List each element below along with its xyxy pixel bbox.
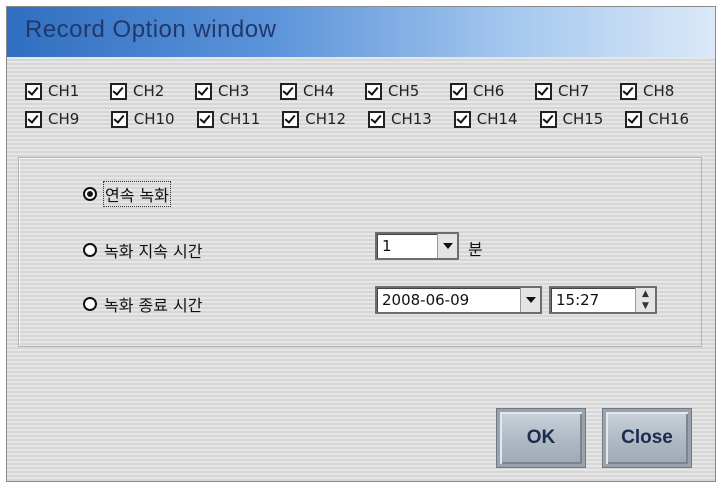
duration-unit: 분 xyxy=(468,240,483,259)
duration-value: 1 xyxy=(382,237,392,255)
ok-button[interactable]: OK xyxy=(497,409,585,467)
recording-duration-label: 녹화 지속 시간 xyxy=(104,242,203,261)
record-option-window: Record Option window CH1 CH2 CH3 CH4 CH5… xyxy=(6,6,716,482)
channel-label: CH16 xyxy=(648,110,690,128)
channel-checkbox-ch6[interactable]: CH6 xyxy=(450,82,535,100)
channel-checkbox-ch4[interactable]: CH4 xyxy=(280,82,365,100)
title-bar[interactable]: Record Option window xyxy=(7,7,715,57)
checked-checkbox-icon[interactable] xyxy=(196,110,214,128)
checked-checkbox-icon[interactable] xyxy=(25,82,42,100)
checked-checkbox-icon[interactable] xyxy=(450,82,467,100)
radio-unselected-icon[interactable] xyxy=(83,243,97,257)
spin-down-icon[interactable]: ▼ xyxy=(642,300,649,312)
channel-checkbox-ch8[interactable]: CH8 xyxy=(620,82,705,100)
checked-checkbox-icon[interactable] xyxy=(453,110,471,128)
duration-select[interactable]: 1 xyxy=(375,232,459,260)
channel-label: CH8 xyxy=(643,82,675,100)
channel-label: CH10 xyxy=(133,110,175,128)
channel-checkbox-ch14[interactable]: CH14 xyxy=(453,110,540,128)
channel-label: CH3 xyxy=(218,82,250,100)
channel-checkbox-ch7[interactable]: CH7 xyxy=(535,82,620,100)
channel-checkbox-ch13[interactable]: CH13 xyxy=(368,110,454,128)
channel-label: CH15 xyxy=(562,110,604,128)
channel-label: CH5 xyxy=(388,82,420,100)
close-button[interactable]: Close xyxy=(603,409,691,467)
channel-label: CH1 xyxy=(48,82,80,100)
radio-unselected-icon[interactable] xyxy=(83,297,97,311)
checked-checkbox-icon[interactable] xyxy=(110,82,127,100)
checked-checkbox-icon[interactable] xyxy=(195,82,212,100)
chevron-down-icon[interactable] xyxy=(520,288,540,312)
end-time-value: 15:27 xyxy=(556,291,600,309)
channel-checkbox-ch10[interactable]: CH10 xyxy=(110,110,197,128)
chevron-down-icon[interactable] xyxy=(437,234,457,258)
channel-checkbox-ch15[interactable]: CH15 xyxy=(539,110,626,128)
channel-label: CH7 xyxy=(558,82,590,100)
checked-checkbox-icon[interactable] xyxy=(25,110,42,128)
checked-checkbox-icon[interactable] xyxy=(625,110,643,128)
channel-checkbox-ch3[interactable]: CH3 xyxy=(195,82,280,100)
window-title: Record Option window xyxy=(25,16,277,43)
continuous-recording-label: 연속 녹화 xyxy=(103,181,171,207)
channel-checkbox-ch5[interactable]: CH5 xyxy=(365,82,450,100)
radio-selected-icon[interactable] xyxy=(83,187,97,201)
spinner-icon[interactable]: ▲ ▼ xyxy=(635,288,655,312)
channel-label: CH14 xyxy=(476,110,518,128)
radio-recording-duration[interactable]: 녹화 지속 시간 xyxy=(83,238,203,262)
channel-selection: CH1 CH2 CH3 CH4 CH5 CH6 CH7 CH8 CH9 CH10… xyxy=(25,77,711,133)
checked-checkbox-icon[interactable] xyxy=(365,82,382,100)
radio-continuous-recording[interactable]: 연속 녹화 xyxy=(83,181,171,207)
channel-label: CH4 xyxy=(303,82,335,100)
channel-checkbox-ch2[interactable]: CH2 xyxy=(110,82,195,100)
spin-up-icon[interactable]: ▲ xyxy=(642,288,649,300)
checked-checkbox-icon[interactable] xyxy=(620,82,637,100)
channel-label: CH2 xyxy=(133,82,165,100)
channel-label: CH9 xyxy=(48,110,80,128)
recording-end-time-label: 녹화 종료 시간 xyxy=(104,296,203,315)
channel-checkbox-ch11[interactable]: CH11 xyxy=(196,110,283,128)
channel-label: CH13 xyxy=(391,110,432,128)
channel-row-2: CH9 CH10 CH11 CH12 CH13 CH14 CH15 CH16 xyxy=(25,105,711,133)
channel-row-1: CH1 CH2 CH3 CH4 CH5 CH6 CH7 CH8 xyxy=(25,77,711,105)
checked-checkbox-icon[interactable] xyxy=(110,110,128,128)
channel-label: CH12 xyxy=(305,110,347,128)
checked-checkbox-icon[interactable] xyxy=(368,110,385,128)
channel-checkbox-ch9[interactable]: CH9 xyxy=(25,110,111,128)
checked-checkbox-icon[interactable] xyxy=(539,110,557,128)
end-date-value: 2008-06-09 xyxy=(382,291,470,309)
end-date-picker[interactable]: 2008-06-09 xyxy=(375,286,542,314)
channel-checkbox-ch12[interactable]: CH12 xyxy=(282,110,368,128)
record-mode-group: 연속 녹화 녹화 지속 시간 녹화 종료 시간 1 분 2008-06-09 1… xyxy=(18,157,702,347)
checked-checkbox-icon[interactable] xyxy=(282,110,300,128)
channel-label: CH6 xyxy=(473,82,505,100)
end-time-spinner[interactable]: 15:27 ▲ ▼ xyxy=(549,286,657,314)
checked-checkbox-icon[interactable] xyxy=(280,82,297,100)
channel-checkbox-ch16[interactable]: CH16 xyxy=(625,110,711,128)
channel-label: CH11 xyxy=(219,110,261,128)
checked-checkbox-icon[interactable] xyxy=(535,82,552,100)
radio-recording-end-time[interactable]: 녹화 종료 시간 xyxy=(83,292,203,316)
channel-checkbox-ch1[interactable]: CH1 xyxy=(25,82,110,100)
